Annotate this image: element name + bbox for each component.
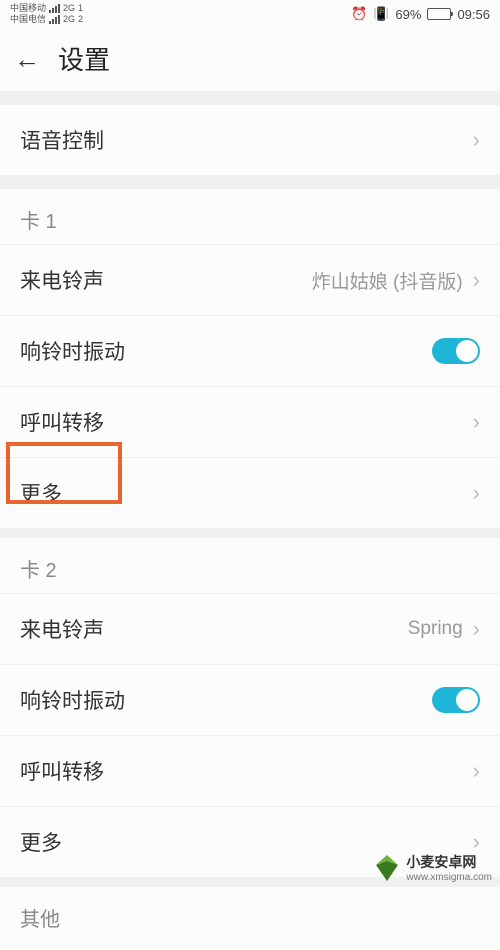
row-card1-ringtone[interactable]: 来电铃声 炸山姑娘 (抖音版) › <box>0 245 500 316</box>
row-card1-more[interactable]: 更多 › <box>0 458 500 528</box>
card2-vibrate-label: 响铃时振动 <box>20 685 125 715</box>
sig2-label: 2 <box>78 15 83 24</box>
alarm-icon: ⏰ <box>351 6 367 22</box>
group-card2: 卡 2 来电铃声 Spring › 响铃时振动 呼叫转移 › 更多 › <box>0 538 500 877</box>
net-label2: 2G <box>63 15 75 24</box>
chevron-right-icon: › <box>473 267 480 293</box>
page-title: 设置 <box>58 40 110 77</box>
clock: 09:56 <box>457 7 490 22</box>
group-voice: 语音控制 › <box>0 105 500 175</box>
card1-ringtone-value: 炸山姑娘 (抖音版) <box>312 267 463 294</box>
chevron-right-icon: › <box>473 480 480 506</box>
chevron-right-icon: › <box>473 758 480 784</box>
card1-ringtone-label: 来电铃声 <box>20 265 104 295</box>
card2-ringtone-label: 来电铃声 <box>20 614 104 644</box>
row-card2-vibrate[interactable]: 响铃时振动 <box>0 665 500 736</box>
watermark-logo-icon <box>372 853 402 883</box>
voice-control-label: 语音控制 <box>20 125 104 155</box>
sig1-label: 1 <box>78 4 83 13</box>
row-voice-control[interactable]: 语音控制 › <box>0 105 500 175</box>
card2-ringtone-value: Spring <box>408 618 463 640</box>
row-card1-callforward[interactable]: 呼叫转移 › <box>0 387 500 458</box>
watermark-text-wrap: 小麦安卓网 www.xmsigma.com <box>406 852 492 883</box>
battery-icon <box>427 8 451 20</box>
signal-icon <box>49 15 60 24</box>
card2-more-label: 更多 <box>20 827 62 857</box>
back-icon[interactable]: ← <box>14 46 40 72</box>
card1-vibrate-label: 响铃时振动 <box>20 336 125 366</box>
row-card1-vibrate[interactable]: 响铃时振动 <box>0 316 500 387</box>
status-carriers: 中国移动 2G 1 中国电信 2G 2 <box>10 4 83 24</box>
divider <box>0 91 500 105</box>
chevron-right-icon: › <box>473 409 480 435</box>
carrier2-label: 中国电信 <box>10 15 46 24</box>
card1-more-label: 更多 <box>20 478 62 508</box>
watermark-url: www.xmsigma.com <box>406 872 492 883</box>
status-right: ⏰ 📳 69% 09:56 <box>351 6 490 22</box>
row-card2-callforward[interactable]: 呼叫转移 › <box>0 736 500 807</box>
card2-callforward-label: 呼叫转移 <box>20 756 104 786</box>
carrier1-label: 中国移动 <box>10 4 46 13</box>
chevron-right-icon: › <box>473 616 480 642</box>
status-bar: 中国移动 2G 1 中国电信 2G 2 ⏰ 📳 69% 09:56 <box>0 0 500 28</box>
card1-header: 卡 1 <box>0 189 500 245</box>
group-card1: 卡 1 来电铃声 炸山姑娘 (抖音版) › 响铃时振动 呼叫转移 › 更多 › <box>0 189 500 528</box>
card2-vibrate-toggle[interactable] <box>432 687 480 713</box>
card1-vibrate-toggle[interactable] <box>432 338 480 364</box>
watermark: 小麦安卓网 www.xmsigma.com <box>372 852 492 883</box>
other-header: 其他 <box>0 887 500 950</box>
row-card2-ringtone[interactable]: 来电铃声 Spring › <box>0 594 500 665</box>
divider <box>0 175 500 189</box>
net-label: 2G <box>63 4 75 13</box>
battery-pct: 69% <box>395 7 421 22</box>
page-header: ← 设置 <box>0 28 500 91</box>
card2-header: 卡 2 <box>0 538 500 594</box>
chevron-right-icon: › <box>473 127 480 153</box>
vibrate-icon: 📳 <box>373 6 389 22</box>
signal-icon <box>49 4 60 13</box>
group-other: 其他 <box>0 887 500 950</box>
card1-callforward-label: 呼叫转移 <box>20 407 104 437</box>
divider <box>0 528 500 538</box>
watermark-text: 小麦安卓网 <box>406 854 476 870</box>
